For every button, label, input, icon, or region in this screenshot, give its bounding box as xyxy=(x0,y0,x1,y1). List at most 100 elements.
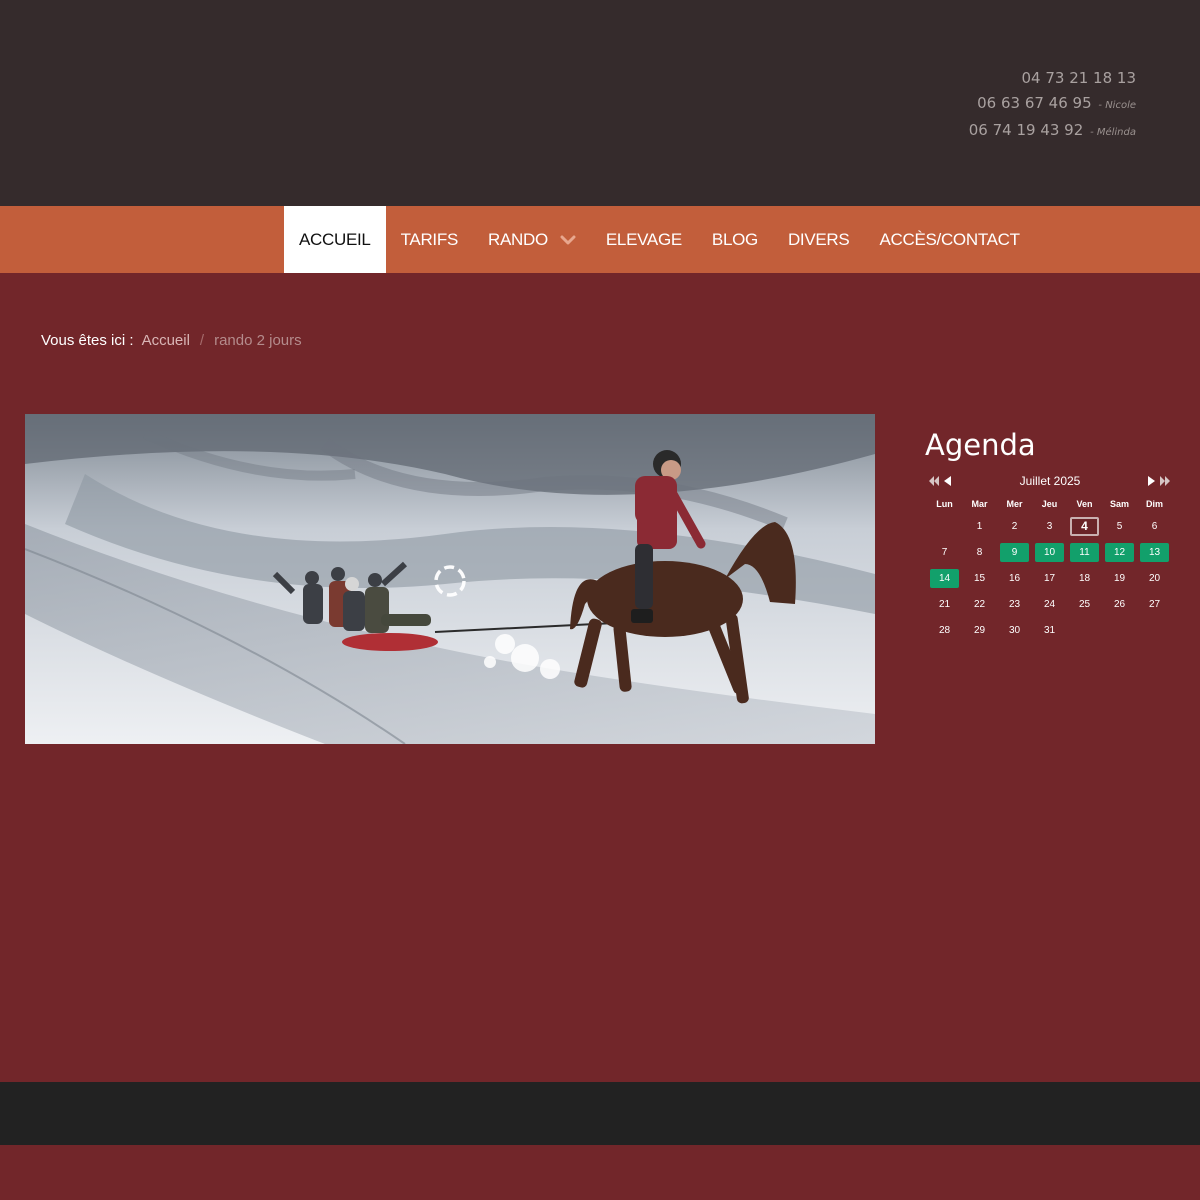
calendar-event-day[interactable]: 12 xyxy=(1102,539,1137,565)
calendar-day-number: 21 xyxy=(938,598,951,610)
calendar-day: 18 xyxy=(1067,565,1102,591)
breadcrumb-label: Vous êtes ici : xyxy=(41,332,134,349)
phone-contact-name: - Mélinda xyxy=(1090,127,1136,138)
nav-item-elevage[interactable]: ELEVAGE xyxy=(591,206,697,273)
calendar-event-day[interactable]: 14 xyxy=(927,565,962,591)
calendar-day-number: 23 xyxy=(1008,598,1021,610)
calendar-day: 7 xyxy=(927,539,962,565)
main-navigation: ACCUEIL TARIFS RANDO ELEVAGE BLOG DIVERS… xyxy=(0,206,1200,273)
nav-list: ACCUEIL TARIFS RANDO ELEVAGE BLOG DIVERS… xyxy=(284,206,1035,273)
calendar-header: Juillet 2025 xyxy=(925,467,1175,495)
nav-item-label: BLOG xyxy=(711,229,758,249)
calendar-day: 2 xyxy=(997,513,1032,539)
calendar-blank xyxy=(927,513,962,539)
calendar-event-day[interactable]: 11 xyxy=(1067,539,1102,565)
nav-item-label: ELEVAGE xyxy=(605,229,682,249)
calendar-event-day[interactable]: 13 xyxy=(1137,539,1172,565)
calendar-weekday: Mar xyxy=(971,499,988,509)
calendar-day-number: 13 xyxy=(1140,542,1169,562)
calendar-day-number: 5 xyxy=(1116,520,1123,532)
calendar-day-number: 26 xyxy=(1113,598,1126,610)
nav-item-accueil[interactable]: ACCUEIL xyxy=(284,206,386,273)
calendar-grid: 1 2 3 4 5 6 7 8 9 10 11 12 13 14 15 16 17 18 19 20 21 22 23 24 2… xyxy=(927,513,1175,643)
calendar-day: 19 xyxy=(1102,565,1137,591)
calendar-weekday: Mer xyxy=(1006,499,1023,509)
calendar-weekday: Dim xyxy=(1145,499,1163,509)
phone-number[interactable]: 04 73 21 18 13 xyxy=(1021,69,1136,87)
chevron-down-icon xyxy=(560,235,576,244)
calendar-day-number: 20 xyxy=(1148,572,1161,584)
nav-item-label: DIVERS xyxy=(787,229,850,249)
calendar-day: 23 xyxy=(997,591,1032,617)
calendar-day-number: 31 xyxy=(1043,624,1056,636)
breadcrumb: Vous êtes ici : Accueil / rando 2 jours xyxy=(41,332,302,349)
calendar-day-number: 9 xyxy=(1000,542,1029,562)
nav-item-rando[interactable]: RANDO xyxy=(473,206,591,273)
breadcrumb-home-link[interactable]: Accueil xyxy=(142,332,190,349)
nav-item-divers[interactable]: DIVERS xyxy=(773,206,865,273)
calendar-day: 21 xyxy=(927,591,962,617)
calendar-day-number: 30 xyxy=(1008,624,1021,636)
calendar-day: 1 xyxy=(962,513,997,539)
calendar-day-number: 2 xyxy=(1011,520,1018,532)
calendar-day: 5 xyxy=(1102,513,1137,539)
calendar-day: 28 xyxy=(927,617,962,643)
calendar-day-number: 10 xyxy=(1035,542,1064,562)
phone-number[interactable]: 06 74 19 43 92 xyxy=(969,121,1084,139)
image-slider[interactable] xyxy=(25,414,875,744)
site-header: 04 73 21 18 13 06 63 67 46 95 - Nicole 0… xyxy=(0,0,1200,206)
calendar-day: 29 xyxy=(962,617,997,643)
calendar-day-number: 15 xyxy=(973,572,986,584)
calendar-day: 17 xyxy=(1032,565,1067,591)
calendar-day-number: 28 xyxy=(938,624,951,636)
phone-number[interactable]: 06 63 67 46 95 xyxy=(977,94,1092,112)
nav-item-tarifs[interactable]: TARIFS xyxy=(386,206,473,273)
calendar-weekday: Sam xyxy=(1109,499,1129,509)
calendar-day-number: 16 xyxy=(1008,572,1021,584)
calendar-day-number: 6 xyxy=(1151,520,1158,532)
breadcrumb-current: rando 2 jours xyxy=(214,332,302,349)
calendar-day: 15 xyxy=(962,565,997,591)
agenda-title: Agenda xyxy=(925,428,1036,462)
nav-item-acces-contact[interactable]: ACCÈS/CONTACT xyxy=(864,206,1034,273)
calendar-day: 6 xyxy=(1137,513,1172,539)
next-month-icon[interactable] xyxy=(1147,475,1157,487)
calendar-event-day[interactable]: 10 xyxy=(1032,539,1067,565)
calendar-day: 3 xyxy=(1032,513,1067,539)
calendar-day: 8 xyxy=(962,539,997,565)
calendar-today: 4 xyxy=(1067,513,1102,539)
calendar-day: 25 xyxy=(1067,591,1102,617)
calendar-day-number: 7 xyxy=(941,546,948,558)
calendar-day-number: 17 xyxy=(1043,572,1056,584)
next-year-icon[interactable] xyxy=(1159,475,1171,487)
phone-list: 04 73 21 18 13 06 63 67 46 95 - Nicole 0… xyxy=(969,66,1136,145)
nav-item-label: TARIFS xyxy=(400,229,459,249)
calendar-day: 20 xyxy=(1137,565,1172,591)
calendar-day-number: 22 xyxy=(973,598,986,610)
agenda-widget: Agenda Juillet 2025 Lun Mar Mer Jeu Ven Sam Di… xyxy=(925,428,1175,643)
calendar-event-day[interactable]: 9 xyxy=(997,539,1032,565)
calendar-weekdays: Lun Mar Mer Jeu Ven Sam Dim xyxy=(927,495,1175,513)
calendar-day: 16 xyxy=(997,565,1032,591)
phone-line[interactable]: 04 73 21 18 13 xyxy=(969,66,1136,91)
loading-spinner-icon xyxy=(434,565,466,597)
phone-line[interactable]: 06 74 19 43 92 - Mélinda xyxy=(969,118,1136,145)
breadcrumb-separator: / xyxy=(199,332,205,349)
calendar-day-number: 29 xyxy=(973,624,986,636)
calendar-weekday: Lun xyxy=(936,499,953,509)
calendar-day-number: 3 xyxy=(1046,520,1053,532)
calendar-day-number: 24 xyxy=(1043,598,1056,610)
nav-item-label: RANDO xyxy=(487,229,548,249)
calendar-day: 30 xyxy=(997,617,1032,643)
calendar-day-number: 19 xyxy=(1113,572,1126,584)
footer xyxy=(0,1082,1200,1145)
phone-line[interactable]: 06 63 67 46 95 - Nicole xyxy=(969,91,1136,118)
calendar-day: 31 xyxy=(1032,617,1067,643)
calendar-month: Juillet 2025 xyxy=(1019,474,1081,488)
calendar-day-number: 8 xyxy=(976,546,983,558)
calendar-weekday: Ven xyxy=(1076,499,1093,509)
nav-item-blog[interactable]: BLOG xyxy=(697,206,773,273)
calendar-day-number: 25 xyxy=(1078,598,1091,610)
calendar-day: 22 xyxy=(962,591,997,617)
calendar-day: 27 xyxy=(1137,591,1172,617)
